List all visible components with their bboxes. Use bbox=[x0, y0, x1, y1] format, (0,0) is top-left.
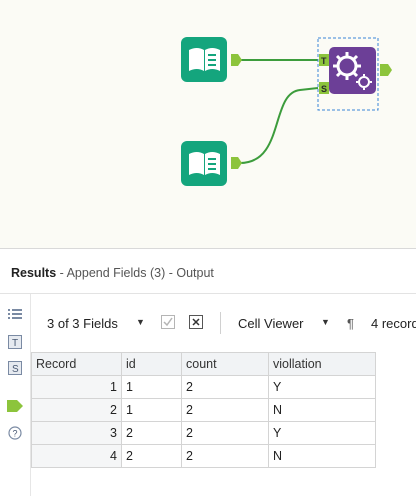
viollation-cell[interactable]: Y bbox=[268, 421, 376, 445]
fields-selector[interactable]: 3 of 3 Fields bbox=[47, 316, 118, 331]
id-cell[interactable]: 2 bbox=[121, 421, 182, 445]
toolbar-divider bbox=[220, 312, 221, 334]
results-table: Record id count viollation 1 1 2 Y 2 1 2… bbox=[31, 352, 376, 468]
column-header-id[interactable]: id bbox=[121, 352, 182, 376]
tool-t-icon[interactable]: T bbox=[7, 334, 23, 350]
count-cell[interactable]: 2 bbox=[181, 398, 269, 422]
workflow-canvas[interactable]: T S bbox=[0, 0, 416, 248]
connection-input2-to-append bbox=[239, 87, 319, 164]
table-row[interactable]: 4 2 2 N bbox=[31, 444, 376, 468]
output-anchor bbox=[380, 64, 392, 76]
results-title: Results - Append Fields (3) - Output bbox=[11, 266, 214, 280]
append-fields-tool[interactable]: T S bbox=[319, 47, 392, 94]
results-panel: Results - Append Fields (3) - Output T S… bbox=[0, 248, 416, 496]
output-anchor-icon[interactable] bbox=[5, 398, 25, 414]
id-cell[interactable]: 1 bbox=[121, 398, 182, 422]
tool-s-icon[interactable]: S bbox=[7, 360, 23, 376]
results-header: Results - Append Fields (3) - Output bbox=[0, 249, 416, 294]
svg-text:?: ? bbox=[13, 429, 18, 439]
count-cell[interactable]: 2 bbox=[181, 421, 269, 445]
svg-text:T: T bbox=[321, 56, 327, 66]
record-count: 4 records bbox=[371, 316, 416, 331]
chevron-down-icon[interactable]: ▼ bbox=[321, 317, 330, 327]
record-number-cell[interactable]: 4 bbox=[31, 444, 122, 468]
chevron-down-icon[interactable]: ▼ bbox=[136, 317, 145, 327]
help-icon[interactable]: ? bbox=[7, 425, 23, 441]
id-cell[interactable]: 2 bbox=[121, 444, 182, 468]
table-row[interactable]: 2 1 2 N bbox=[31, 398, 376, 422]
results-title-rest: - Append Fields (3) - Output bbox=[56, 266, 214, 280]
source-anchor: S bbox=[319, 82, 329, 94]
workflow-diagram: T S bbox=[181, 37, 392, 186]
count-cell[interactable]: 2 bbox=[181, 375, 269, 399]
results-toolbar: 3 of 3 Fields ▼ Cell Viewer ▼ ¶ 4 record… bbox=[31, 294, 416, 350]
results-side-rail: T S ? bbox=[0, 294, 31, 496]
target-anchor: T bbox=[319, 54, 329, 66]
table-header-row: Record id count viollation bbox=[31, 352, 376, 376]
check-all-icon[interactable] bbox=[161, 315, 175, 329]
output-anchor bbox=[231, 157, 242, 169]
cell-viewer-selector[interactable]: Cell Viewer bbox=[238, 316, 304, 331]
table-row[interactable]: 3 2 2 Y bbox=[31, 421, 376, 445]
input-data-tool-1[interactable] bbox=[181, 37, 242, 82]
table-row[interactable]: 1 1 2 Y bbox=[31, 375, 376, 399]
count-cell[interactable]: 2 bbox=[181, 444, 269, 468]
column-header-record[interactable]: Record bbox=[31, 352, 122, 376]
svg-text:S: S bbox=[321, 84, 327, 94]
column-header-count[interactable]: count bbox=[181, 352, 269, 376]
record-number-cell[interactable]: 1 bbox=[31, 375, 122, 399]
uncheck-all-icon[interactable] bbox=[189, 315, 203, 329]
results-title-bold: Results bbox=[11, 266, 57, 280]
column-header-viollation[interactable]: viollation bbox=[268, 352, 376, 376]
pilcrow-icon[interactable]: ¶ bbox=[347, 316, 354, 331]
viollation-cell[interactable]: Y bbox=[268, 375, 376, 399]
output-anchor bbox=[231, 54, 242, 66]
input-data-tool-2[interactable] bbox=[181, 141, 242, 186]
list-icon[interactable] bbox=[7, 306, 23, 322]
id-cell[interactable]: 1 bbox=[121, 375, 182, 399]
svg-text:S: S bbox=[12, 364, 19, 375]
record-number-cell[interactable]: 2 bbox=[31, 398, 122, 422]
svg-text:T: T bbox=[12, 338, 18, 349]
viollation-cell[interactable]: N bbox=[268, 444, 376, 468]
viollation-cell[interactable]: N bbox=[268, 398, 376, 422]
record-number-cell[interactable]: 3 bbox=[31, 421, 122, 445]
